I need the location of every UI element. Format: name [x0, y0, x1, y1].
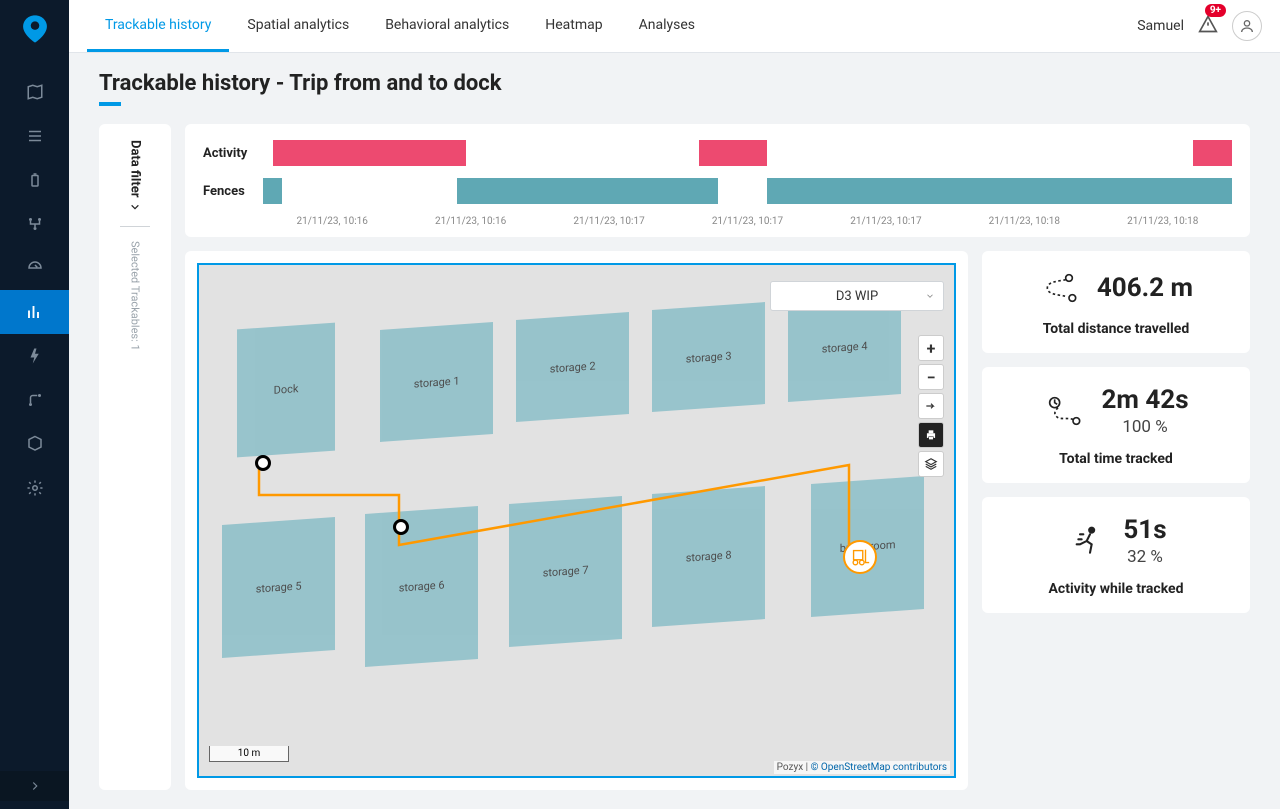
timeline-segment[interactable]: [273, 140, 467, 166]
username: Samuel: [1137, 18, 1184, 34]
timeline-tick: 21/11/23, 10:17: [540, 216, 678, 227]
tab-trackable-history[interactable]: Trackable history: [87, 0, 229, 52]
timeline-tick: 21/11/23, 10:18: [955, 216, 1093, 227]
nav-item-power[interactable]: [0, 334, 69, 378]
tab-spatial-analytics[interactable]: Spatial analytics: [229, 0, 367, 52]
alerts-button[interactable]: 9+: [1198, 14, 1218, 38]
stat-value: 2m 42s: [1101, 385, 1188, 415]
nav-item-settings[interactable]: [0, 466, 69, 510]
filter-panel: Data filter Selected Trackables: 1: [99, 124, 171, 790]
map-zone[interactable]: storage 3: [652, 302, 765, 412]
timeline-label-activity: Activity: [203, 146, 253, 161]
time-icon: [1043, 392, 1083, 430]
timeline-tick: 21/11/23, 10:18: [1094, 216, 1232, 227]
timeline-segment[interactable]: [263, 178, 282, 204]
stat-card-activity: 51s 32 % Activity while tracked: [982, 497, 1250, 613]
map-layer-select[interactable]: D3 WIP: [770, 281, 944, 311]
timeline-segment[interactable]: [457, 178, 719, 204]
timeline-row-activity: Activity: [203, 140, 1232, 166]
map-scale: 10 m: [209, 746, 289, 762]
map-credit: Pozyx | © OpenStreetMap contributors: [774, 761, 950, 774]
map-zone[interactable]: storage 7: [509, 496, 622, 647]
main: Trackable history - Trip from and to doc…: [69, 53, 1280, 809]
page-title-underline: [99, 102, 121, 106]
stats-column: 406.2 m Total distance travelled 2m 42s …: [982, 251, 1250, 790]
chevron-right-icon: [130, 202, 140, 212]
map-zone[interactable]: storage 5: [222, 517, 335, 658]
distance-icon: [1039, 269, 1079, 307]
chevron-down-icon: [925, 291, 935, 301]
collapse-button[interactable]: [0, 771, 69, 801]
map-zone[interactable]: storage 6: [365, 506, 478, 667]
timeline-segment[interactable]: [767, 178, 1232, 204]
data-filter-toggle[interactable]: Data filter: [128, 140, 143, 212]
timeline-segment[interactable]: [699, 140, 767, 166]
path-marker-mid: [393, 519, 409, 535]
timeline-segment[interactable]: [1193, 140, 1232, 166]
map-print[interactable]: [918, 422, 944, 448]
stat-label: Total time tracked: [1059, 451, 1173, 467]
map-zone[interactable]: storage 2: [516, 312, 629, 422]
map-controls: + −: [918, 335, 944, 477]
stat-label: Total distance travelled: [1043, 321, 1189, 337]
map-select-value: D3 WIP: [836, 289, 878, 304]
stat-card-time: 2m 42s 100 % Total time tracked: [982, 367, 1250, 483]
path-marker-start: [255, 455, 271, 471]
header-right: Samuel 9+: [1137, 11, 1262, 41]
tab-analyses[interactable]: Analyses: [621, 0, 713, 52]
alert-triangle-icon: [1198, 14, 1218, 34]
filter-title: Data filter: [128, 140, 143, 198]
map-recenter[interactable]: [918, 393, 944, 419]
activity-bars[interactable]: [263, 140, 1232, 166]
nav-item-network[interactable]: [0, 202, 69, 246]
nav-item-cube[interactable]: [0, 422, 69, 466]
stat-sub: 100 %: [1122, 417, 1167, 437]
avatar[interactable]: [1232, 11, 1262, 41]
timeline-tick: 21/11/23, 10:17: [817, 216, 955, 227]
forklift-icon: [849, 547, 871, 567]
stat-value: 51s: [1123, 515, 1166, 545]
running-icon: [1065, 522, 1105, 560]
timeline-row-fences: Fences: [203, 178, 1232, 204]
nav-item-dashboard[interactable]: [0, 246, 69, 290]
page-title: Trackable history - Trip from and to doc…: [99, 71, 1250, 96]
stat-value: 406.2 m: [1097, 273, 1193, 303]
map-card: Dockstorage 1storage 2storage 3storage 4…: [185, 251, 968, 790]
nav-items: [0, 70, 69, 510]
timeline-label-fences: Fences: [203, 184, 253, 199]
map-zone[interactable]: storage 1: [380, 322, 493, 442]
timeline-tick: 21/11/23, 10:16: [263, 216, 401, 227]
tab-behavioral-analytics[interactable]: Behavioral analytics: [367, 0, 527, 52]
nav-item-route[interactable]: [0, 378, 69, 422]
forklift-marker: [843, 540, 877, 574]
stat-card-distance: 406.2 m Total distance travelled: [982, 251, 1250, 353]
map-layers[interactable]: [918, 451, 944, 477]
timeline-tick: 21/11/23, 10:16: [401, 216, 539, 227]
fences-bars[interactable]: [263, 178, 1232, 204]
logo: [18, 12, 52, 46]
map-credit-link[interactable]: © OpenStreetMap contributors: [811, 762, 947, 773]
map-zoom-out[interactable]: −: [918, 364, 944, 390]
alert-badge: 9+: [1205, 4, 1226, 17]
map-viewport[interactable]: Dockstorage 1storage 2storage 3storage 4…: [197, 263, 956, 778]
stat-sub: 32 %: [1127, 547, 1163, 567]
header: Trackable history Spatial analytics Beha…: [69, 0, 1280, 53]
nav-item-map[interactable]: [0, 70, 69, 114]
selected-trackables-label: Selected Trackables: 1: [129, 241, 142, 351]
map-zone[interactable]: Dock: [237, 323, 335, 458]
tab-heatmap[interactable]: Heatmap: [527, 0, 620, 52]
divider: [120, 226, 150, 227]
nav-item-list[interactable]: [0, 114, 69, 158]
timeline-card: Activity Fences 21/11/23, 10:1621/11/23,…: [185, 124, 1250, 237]
timeline-ticks: 21/11/23, 10:1621/11/23, 10:1621/11/23, …: [203, 216, 1232, 227]
nav-item-analytics[interactable]: [0, 290, 69, 334]
timeline-tick: 21/11/23, 10:17: [678, 216, 816, 227]
nav-item-battery[interactable]: [0, 158, 69, 202]
left-sidebar: [0, 0, 69, 809]
map-zoom-in[interactable]: +: [918, 335, 944, 361]
header-tabs: Trackable history Spatial analytics Beha…: [87, 0, 713, 52]
map-zone[interactable]: storage 8: [652, 486, 765, 627]
stat-label: Activity while tracked: [1049, 581, 1184, 597]
user-icon: [1239, 18, 1255, 34]
